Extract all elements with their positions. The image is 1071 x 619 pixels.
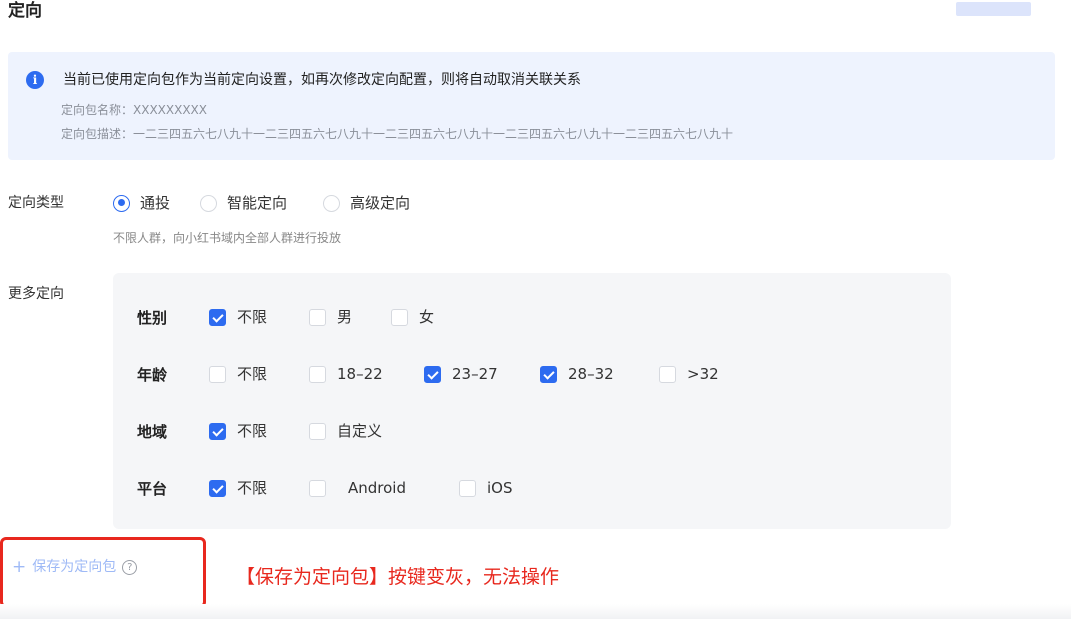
option-label: 不限 (237, 365, 268, 383)
age-option-18-22[interactable]: 18–22 (309, 364, 424, 384)
option-label: >32 (687, 365, 719, 383)
corner-decoration (956, 2, 1031, 16)
radio-label: 通投 (140, 194, 171, 212)
target-type-hint: 不限人群，向小红书域内全部人群进行投放 (113, 231, 342, 245)
info-icon: i (26, 71, 44, 89)
radio-button[interactable] (113, 194, 130, 212)
annotation-highlight-box (0, 537, 206, 608)
region-option-any[interactable]: 不限 (209, 421, 309, 441)
gender-option-any[interactable]: 不限 (209, 307, 309, 327)
checkbox[interactable] (209, 479, 226, 497)
radio-option-advanced[interactable]: 高级定向 (323, 193, 410, 213)
checkbox[interactable] (209, 308, 226, 326)
notice-package-desc: 定向包描述：一二三四五六七八九十一二三四五六七八九十一二三四五六七八九十一二三四… (61, 127, 734, 141)
option-label: 18–22 (337, 365, 383, 383)
region-row: 地域 不限 自定义 (137, 420, 382, 442)
platform-label: 平台 (137, 479, 168, 498)
target-type-label: 定向类型 (8, 195, 64, 211)
bottom-edge (0, 604, 1071, 619)
radio-button[interactable] (323, 194, 341, 212)
notice-package-name: 定向包名称：XXXXXXXXX (61, 103, 207, 117)
section-title: 定向 (8, 1, 42, 21)
radio-option-smart[interactable]: 智能定向 (200, 193, 287, 213)
checkbox[interactable] (391, 308, 408, 326)
checkbox[interactable] (309, 365, 326, 383)
annotation-text: 【保存为定向包】按键变灰，无法操作 (236, 566, 560, 588)
age-row: 年龄 不限 18–22 23–27 28–32 >32 (137, 363, 719, 385)
info-notice: i 当前已使用定向包作为当前定向设置，如再次修改定向配置，则将自动取消关联关系 … (8, 52, 1055, 160)
option-label: 女 (419, 308, 435, 326)
more-targeting-panel: 性别 不限 男 女 年龄 不限 18–22 23–27 28–32 >32 地域… (113, 273, 951, 529)
checkbox[interactable] (309, 422, 326, 440)
option-label: 自定义 (337, 422, 383, 440)
radio-label: 高级定向 (350, 194, 411, 212)
age-option-over-32[interactable]: >32 (659, 364, 719, 384)
option-label: 男 (337, 308, 353, 326)
gender-label: 性别 (137, 308, 168, 327)
option-label: Android (348, 479, 406, 497)
notice-message: 当前已使用定向包作为当前定向设置，如再次修改定向配置，则将自动取消关联关系 (63, 72, 581, 88)
option-label: 23–27 (452, 365, 498, 383)
checkbox[interactable] (209, 365, 226, 383)
radio-label: 智能定向 (227, 194, 288, 212)
gender-option-female[interactable]: 女 (391, 307, 434, 327)
option-label: 不限 (237, 422, 268, 440)
region-option-custom[interactable]: 自定义 (309, 421, 382, 441)
platform-row: 平台 不限 Android iOS (137, 477, 513, 499)
option-label: 28–32 (568, 365, 614, 383)
radio-option-all[interactable]: 通投 (113, 193, 170, 213)
checkbox[interactable] (459, 479, 476, 497)
more-targeting-label: 更多定向 (8, 286, 64, 302)
region-label: 地域 (137, 422, 168, 441)
gender-row: 性别 不限 男 女 (137, 306, 434, 328)
platform-option-any[interactable]: 不限 (209, 478, 309, 498)
checkbox[interactable] (209, 422, 226, 440)
radio-button[interactable] (200, 194, 218, 212)
checkbox[interactable] (424, 365, 441, 383)
checkbox[interactable] (659, 365, 676, 383)
checkbox[interactable] (540, 365, 557, 383)
option-label: iOS (487, 479, 513, 497)
target-type-radio-group: 通投 智能定向 高级定向 (113, 193, 440, 213)
checkbox[interactable] (309, 479, 326, 497)
age-option-any[interactable]: 不限 (209, 364, 309, 384)
age-label: 年龄 (137, 365, 168, 384)
gender-option-male[interactable]: 男 (309, 307, 391, 327)
option-label: 不限 (237, 308, 268, 326)
age-option-23-27[interactable]: 23–27 (424, 364, 540, 384)
age-option-28-32[interactable]: 28–32 (540, 364, 659, 384)
option-label: 不限 (237, 479, 268, 497)
platform-option-ios[interactable]: iOS (459, 478, 513, 498)
checkbox[interactable] (309, 308, 326, 326)
platform-option-android[interactable]: Android (309, 478, 459, 498)
